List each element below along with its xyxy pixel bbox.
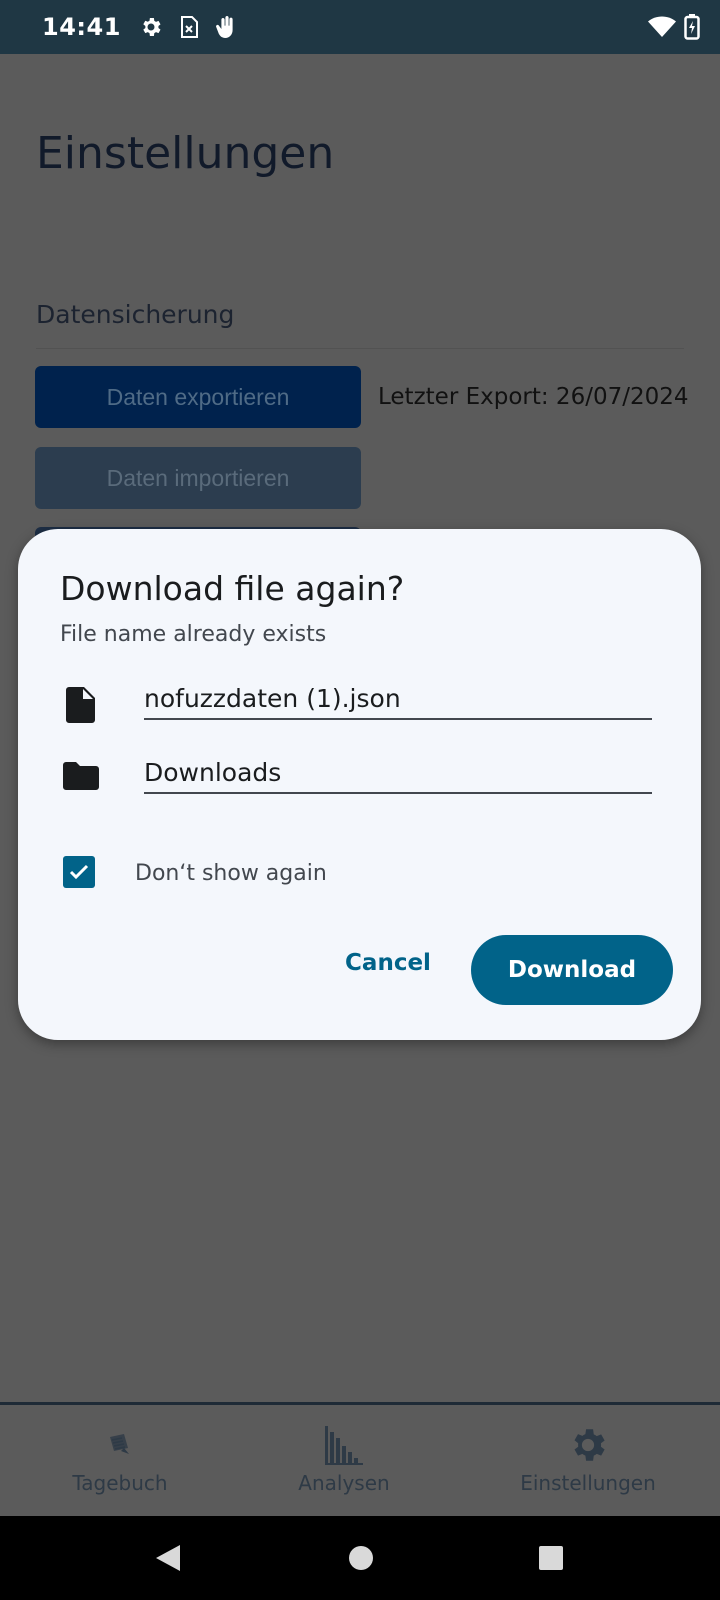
status-time: 14:41 [42, 13, 121, 41]
last-export-text: Letzter Export: 26/07/2024 [378, 384, 689, 410]
nav-label-analysen: Analysen [298, 1471, 390, 1495]
section-label: Datensicherung [36, 300, 235, 329]
status-icons-right [648, 14, 700, 40]
nav-item-einstellungen[interactable]: Einstellungen [468, 1405, 708, 1516]
download-again-dialog: Download file again? File name already e… [18, 529, 701, 1040]
bar-chart-icon [323, 1423, 365, 1467]
export-data-button[interactable]: Daten exportieren [35, 366, 361, 428]
file-name-field[interactable]: nofuzzdaten (1).json [144, 678, 652, 720]
sim-card-icon [179, 15, 199, 39]
back-icon[interactable] [148, 1538, 188, 1578]
cancel-button[interactable]: Cancel [328, 935, 448, 991]
status-icons-left [139, 15, 237, 39]
nav-label-tagebuch: Tagebuch [72, 1471, 168, 1495]
gear-icon [567, 1423, 609, 1467]
home-icon[interactable] [341, 1538, 381, 1578]
file-icon [62, 686, 100, 724]
dialog-title: Download file again? [60, 569, 405, 608]
status-bar: 14:41 [0, 0, 720, 54]
gear-icon [139, 15, 163, 39]
bottom-navigation: Tagebuch Analysen Einstellungen [0, 1402, 720, 1516]
folder-icon [62, 757, 100, 795]
dialog-subtitle: File name already exists [60, 622, 327, 647]
page-title: Einstellungen [36, 128, 335, 179]
nav-label-einstellungen: Einstellungen [520, 1471, 656, 1495]
notebook-icon [106, 1423, 134, 1467]
hand-icon [215, 15, 237, 39]
nav-item-tagebuch[interactable]: Tagebuch [0, 1405, 240, 1516]
import-data-button[interactable]: Daten importieren [35, 447, 361, 509]
download-button[interactable]: Download [471, 935, 673, 1005]
folder-field[interactable]: Downloads [144, 752, 652, 794]
checkmark-icon [69, 864, 89, 880]
battery-charging-icon [684, 14, 700, 40]
wifi-icon [648, 16, 676, 38]
nav-item-analysen[interactable]: Analysen [224, 1405, 464, 1516]
recents-icon[interactable] [531, 1538, 571, 1578]
section-divider [36, 348, 684, 349]
dont-show-again-label[interactable]: Don‘t show again [135, 861, 327, 886]
system-navigation-bar [0, 1516, 720, 1600]
dont-show-again-checkbox[interactable] [63, 856, 95, 888]
